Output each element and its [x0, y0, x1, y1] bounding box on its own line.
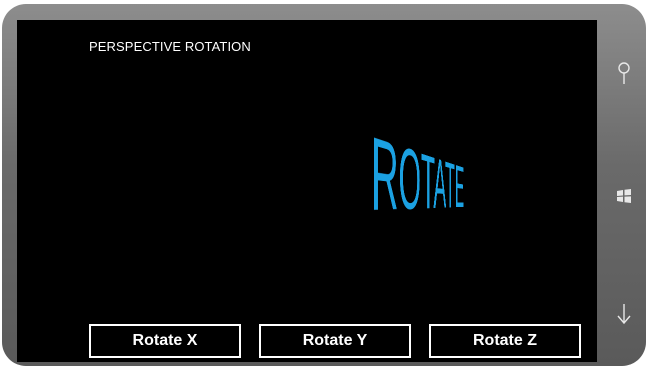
hardware-search-button[interactable] — [602, 54, 646, 94]
phone-device: PERSPECTIVE ROTATION ROTATE Rotate X Rot… — [2, 4, 646, 366]
rotate-x-button[interactable]: Rotate X — [89, 324, 241, 358]
rotation-stage: ROTATE — [287, 114, 464, 278]
page-title: PERSPECTIVE ROTATION — [89, 39, 251, 54]
rotate-z-button[interactable]: Rotate Z — [429, 324, 581, 358]
app-screen: PERSPECTIVE ROTATION ROTATE Rotate X Rot… — [17, 20, 597, 362]
search-icon — [618, 62, 630, 84]
hardware-back-button[interactable] — [602, 294, 646, 334]
hardware-button-bar — [602, 20, 646, 362]
button-row: Rotate X Rotate Y Rotate Z — [89, 324, 581, 358]
back-arrow-icon — [617, 304, 631, 325]
rotate-text: ROTATE — [370, 113, 465, 234]
hardware-start-button[interactable] — [602, 176, 646, 216]
windows-logo-icon — [617, 189, 631, 203]
rotate-y-button[interactable]: Rotate Y — [259, 324, 411, 358]
